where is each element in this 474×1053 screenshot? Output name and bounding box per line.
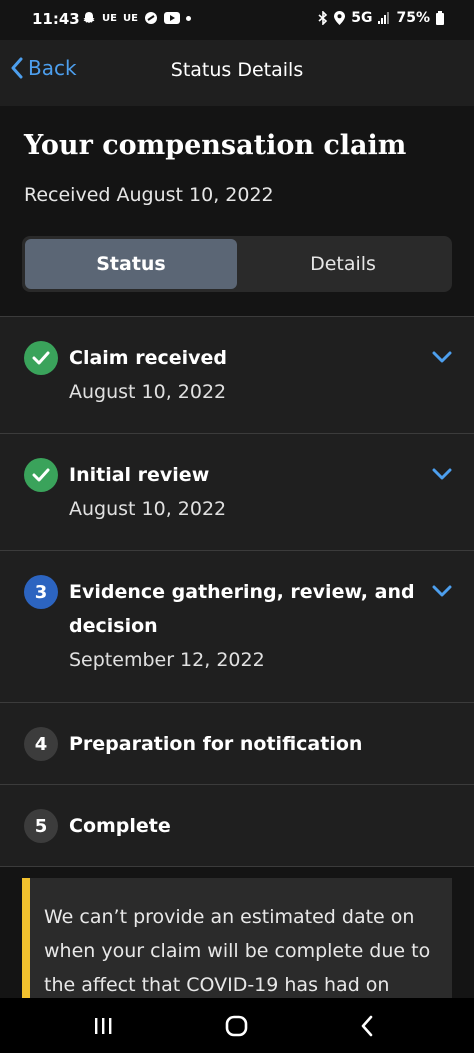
step-initial-review[interactable]: Initial review August 10, 2022 — [0, 433, 474, 550]
nav-bar: Back Status Details — [0, 40, 474, 106]
step-title: Claim received — [69, 347, 227, 369]
status-time: 11:43 — [32, 10, 80, 28]
step-title: Preparation for notification — [69, 733, 363, 755]
tab-details[interactable]: Details — [237, 239, 449, 289]
step-complete: 5 Complete — [0, 784, 474, 867]
bluetooth-icon — [318, 11, 328, 25]
step-preparation-for-notification: 4 Preparation for notification — [0, 702, 474, 784]
segmented-control: Status Details — [22, 236, 452, 292]
ue-text: UE — [102, 12, 117, 24]
step-number-badge: 3 — [24, 575, 58, 609]
step-date: September 12, 2022 — [69, 649, 265, 671]
chevron-down-icon[interactable] — [432, 350, 452, 364]
location-icon — [334, 11, 346, 25]
network-type: 5G — [351, 10, 373, 26]
chevron-down-icon[interactable] — [432, 467, 452, 481]
more-notifications-dot — [185, 15, 191, 21]
step-title: Initial review — [69, 464, 210, 486]
android-nav-bar — [0, 998, 474, 1053]
step-claim-received[interactable]: Claim received August 10, 2022 — [0, 316, 474, 433]
checkmark-icon — [24, 341, 58, 375]
snapchat-icon — [83, 12, 95, 23]
signal-icon — [378, 12, 390, 24]
step-evidence-gathering[interactable]: 3 Evidence gathering, review, and decisi… — [0, 550, 474, 702]
battery-percent: 75% — [396, 10, 430, 26]
tab-status[interactable]: Status — [25, 239, 237, 289]
back-nav-icon[interactable] — [360, 1015, 374, 1037]
claim-title: Your compensation claim — [24, 130, 407, 161]
status-bar: 11:43 UE UE 5G 75% — [0, 0, 474, 40]
system-icons: 5G 75% — [318, 10, 444, 26]
step-number-badge: 5 — [24, 809, 58, 843]
link-icon — [144, 12, 157, 24]
step-date: August 10, 2022 — [69, 381, 227, 403]
step-title: Evidence gathering, review, and decision — [69, 581, 415, 637]
step-title: Complete — [69, 815, 171, 837]
battery-icon — [436, 11, 444, 25]
notice-text: We can’t provide an estimated date on wh… — [44, 906, 431, 996]
claim-header: Your compensation claim Received August … — [0, 106, 474, 316]
chevron-down-icon[interactable] — [432, 584, 452, 598]
step-date: August 10, 2022 — [69, 498, 227, 520]
recent-apps-icon[interactable] — [93, 1017, 113, 1035]
ue-text: UE — [122, 12, 138, 24]
notification-icons: UE UE — [82, 11, 191, 25]
covid-delay-notice: We can’t provide an estimated date on wh… — [22, 878, 452, 1008]
claim-received-date: Received August 10, 2022 — [24, 184, 274, 206]
status-steps-list: Claim received August 10, 2022 Initial r… — [0, 316, 474, 867]
step-number-badge: 4 — [24, 727, 58, 761]
page-title: Status Details — [170, 59, 304, 81]
youtube-icon — [163, 12, 180, 24]
home-icon[interactable] — [225, 1015, 249, 1037]
checkmark-icon — [24, 458, 58, 492]
